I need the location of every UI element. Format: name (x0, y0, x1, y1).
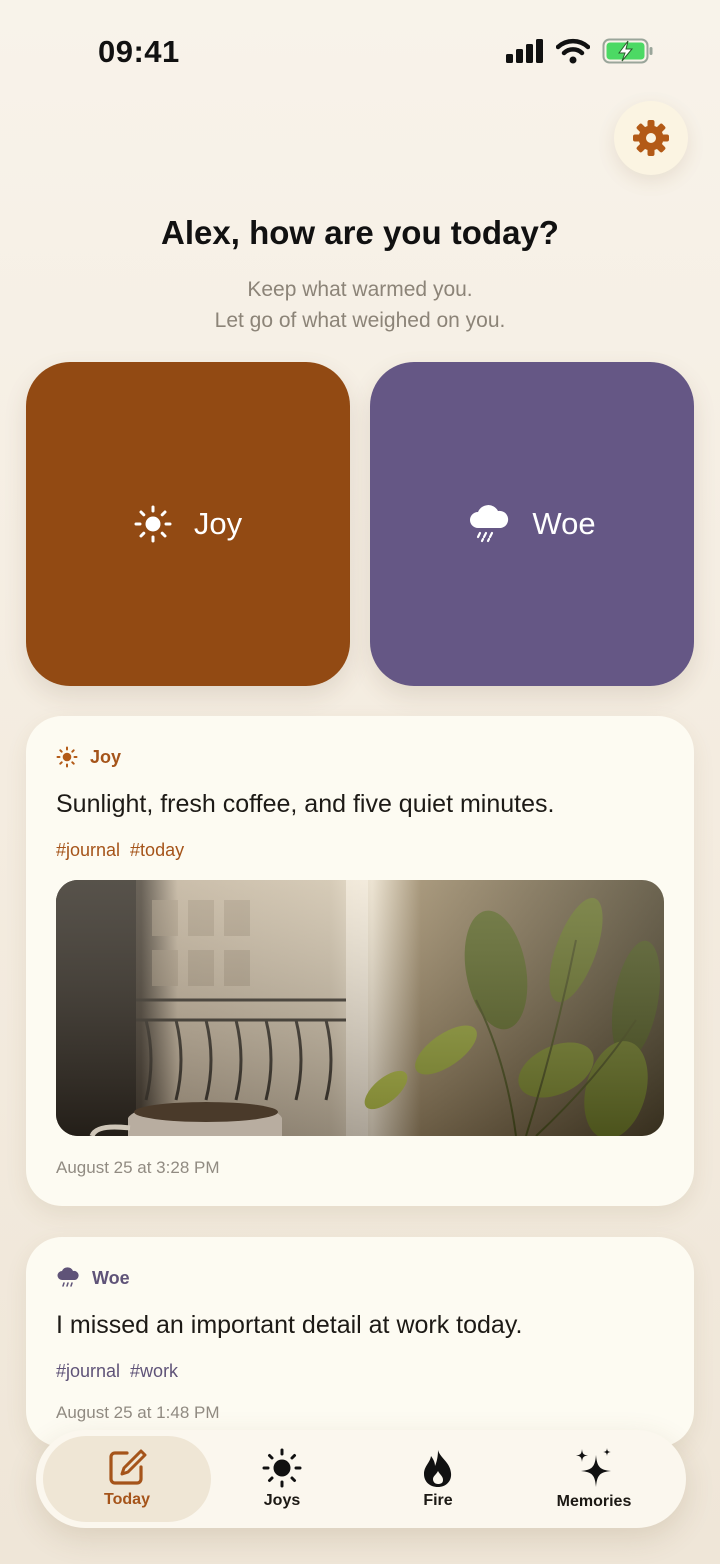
greeting-heading: Alex, how are you today? (161, 214, 559, 251)
wifi-icon (556, 38, 590, 64)
flame-icon (424, 1450, 452, 1487)
gear-icon (633, 120, 669, 156)
edit-icon (109, 1449, 147, 1485)
tab-label: Memories (556, 1493, 632, 1510)
sun-icon (134, 505, 172, 543)
tab-fire[interactable]: Fire (358, 1436, 518, 1522)
status-icons (506, 38, 654, 64)
sun-icon (56, 746, 78, 768)
woe-button-label: Woe (532, 506, 596, 541)
hashtag-link[interactable]: #work (130, 1361, 178, 1382)
entry-text: Sunlight, fresh coffee, and five quiet m… (56, 790, 555, 818)
status-bar: 09:41 (0, 0, 720, 100)
tab-label: Fire (423, 1492, 453, 1509)
sparkles-icon (576, 1448, 611, 1487)
tab-label: Today (104, 1491, 150, 1508)
tab-memories[interactable]: Memories (514, 1436, 674, 1522)
entry-type-label: Joy (90, 746, 122, 767)
rain-cloud-icon (57, 1267, 79, 1287)
joy-button-label: Joy (193, 506, 243, 541)
tab-label: Joys (263, 1492, 301, 1509)
hashtag-link[interactable]: #journal (56, 840, 120, 861)
entry-hashtags: #journal #work (56, 1361, 178, 1382)
subtitle-line: Keep what warmed you. (247, 278, 473, 301)
status-time: 09:41 (98, 34, 180, 69)
entry-type-tag: Joy (56, 746, 121, 768)
entry-text: I missed an important detail at work tod… (56, 1311, 523, 1339)
entry-hashtags: #journal #today (56, 840, 184, 861)
sun-icon (262, 1448, 302, 1488)
cellular-signal-icon (506, 39, 543, 63)
entry-card-joy[interactable]: Joy Sunlight, fresh coffee, and five qui… (26, 716, 694, 1206)
entry-timestamp: August 25 at 3:28 PM (56, 1158, 220, 1177)
tab-joys[interactable]: Joys (202, 1436, 362, 1522)
entry-type-label: Woe (92, 1267, 130, 1288)
coffee-window-plant-photo (56, 880, 664, 1136)
woe-button[interactable]: Woe (370, 362, 694, 686)
joy-button[interactable]: Joy (26, 362, 350, 686)
rain-cloud-icon (470, 505, 509, 543)
bottom-tab-bar: Today Joys Fire Memories (36, 1430, 686, 1528)
entry-timestamp: August 25 at 1:48 PM (56, 1403, 220, 1422)
subtitle-line: Let go of what weighed on you. (214, 309, 506, 332)
hashtag-link[interactable]: #journal (56, 1361, 120, 1382)
hashtag-link[interactable]: #today (130, 840, 184, 861)
tab-today[interactable]: Today (43, 1436, 211, 1522)
entry-card-woe[interactable]: Woe I missed an important detail at work… (26, 1237, 694, 1447)
entry-type-tag: Woe (56, 1267, 130, 1289)
settings-button[interactable] (614, 101, 688, 175)
entry-photo[interactable] (56, 880, 664, 1136)
battery-charging-icon (602, 38, 653, 64)
greeting-subtitle: Keep what warmed you. Let go of what wei… (0, 274, 720, 336)
